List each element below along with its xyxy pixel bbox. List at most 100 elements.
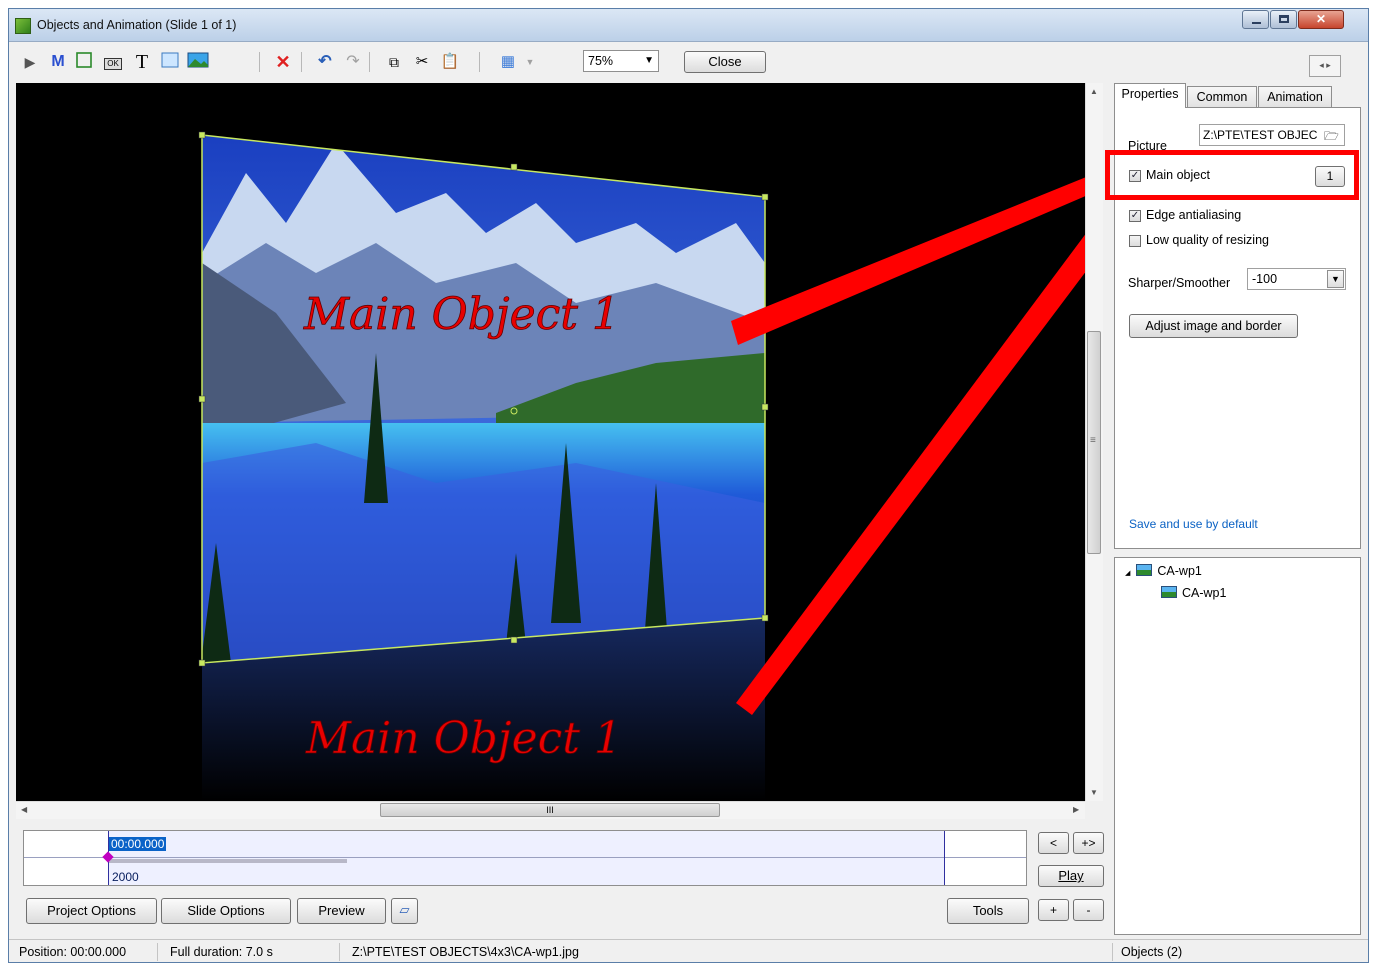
- status-file-path: Z:\PTE\TEST OBJECTS\4x3\CA-wp1.jpg: [352, 945, 579, 959]
- grid-dropdown-arrow[interactable]: ▼: [519, 51, 541, 73]
- adjust-image-border-button[interactable]: Adjust image and border: [1129, 314, 1298, 338]
- text-button[interactable]: T: [131, 51, 153, 73]
- timeline-range: [108, 831, 944, 885]
- window-icon: ▱: [399, 902, 410, 917]
- panel-nav-arrows[interactable]: ◂ ▸: [1309, 55, 1341, 77]
- minimize-button[interactable]: [1242, 10, 1269, 29]
- tree-item-parent[interactable]: ◢ CA-wp1: [1125, 564, 1202, 578]
- sharper-smoother-label: Sharper/Smoother: [1128, 276, 1231, 290]
- copy-icon: ⧉: [389, 54, 399, 70]
- object-tree[interactable]: ◢ CA-wp1 CA-wp1: [1114, 557, 1361, 935]
- clipboard-icon: 📋: [440, 53, 460, 70]
- scroll-up-icon[interactable]: ▲: [1090, 87, 1098, 96]
- camera-icon[interactable]: ▶: [19, 51, 41, 73]
- properties-tab-body: Picture Z:\PTE\TEST OBJEC 🗁 ✓ Main objec…: [1105, 107, 1361, 549]
- picture-path-value: Z:\PTE\TEST OBJEC: [1203, 128, 1318, 142]
- vertical-scrollbar[interactable]: ▲ ≡ ▼: [1085, 83, 1103, 801]
- maximize-icon: [1279, 15, 1289, 23]
- toolbar: ▶ M OK T ✕ ↶ ↷ ⧉ ✂ 📋 ▦ ▼ 75% ▼ Close ◂ ▸: [9, 42, 1368, 82]
- scroll-right-icon[interactable]: ▶: [1073, 805, 1079, 814]
- slide-canvas[interactable]: Main Object 1 Main Object 1: [16, 83, 1085, 801]
- maximize-button[interactable]: [1270, 10, 1297, 29]
- edge-antialiasing-label: Edge antialiasing: [1146, 208, 1242, 222]
- chevron-down-icon: ▼: [1327, 270, 1344, 288]
- tree-item-child[interactable]: CA-wp1: [1161, 586, 1226, 600]
- tree-item-child-label: CA-wp1: [1182, 586, 1227, 600]
- image-icon: [1136, 564, 1153, 576]
- button-object-button[interactable]: OK: [102, 51, 124, 73]
- cut-button[interactable]: ✂: [411, 51, 433, 73]
- annotation-text-top: Main Object 1: [303, 289, 620, 340]
- toolbar-separator: [369, 52, 370, 72]
- scroll-left-icon[interactable]: ◀: [21, 805, 27, 814]
- redo-icon: ↷: [346, 53, 360, 70]
- project-options-button[interactable]: Project Options: [26, 898, 157, 924]
- edge-antialiasing-checkbox[interactable]: ✓: [1129, 210, 1141, 222]
- sharper-smoother-value: -100: [1252, 272, 1278, 286]
- timeline[interactable]: 00:00.000 2000: [23, 830, 1027, 886]
- rectangle-icon: [161, 52, 179, 68]
- zoom-select[interactable]: 75% ▼: [583, 50, 659, 72]
- next-keyframe-button[interactable]: +>: [1073, 832, 1104, 854]
- status-separator: [157, 943, 158, 961]
- zoom-value: 75%: [588, 54, 614, 68]
- save-default-link[interactable]: Save and use by default: [1129, 517, 1258, 531]
- mask-button[interactable]: M: [47, 51, 69, 73]
- main-object-image: [202, 135, 765, 663]
- fullscreen-preview-button[interactable]: ▱: [391, 898, 418, 924]
- low-quality-label: Low quality of resizing: [1146, 233, 1269, 247]
- red-highlight-box: [1105, 150, 1359, 200]
- tab-properties[interactable]: Properties: [1114, 83, 1186, 108]
- slide-options-button[interactable]: Slide Options: [161, 898, 291, 924]
- tools-button[interactable]: Tools: [947, 898, 1029, 924]
- canvas-drawing: Main Object 1 Main Object 1: [198, 131, 1085, 801]
- delete-button[interactable]: ✕: [272, 51, 294, 73]
- vertical-scroll-thumb[interactable]: ≡: [1087, 331, 1101, 554]
- preview-button[interactable]: Preview: [297, 898, 386, 924]
- rectangle-button[interactable]: [159, 51, 181, 73]
- properties-panel: Properties Common Animation Picture Z:\P…: [1105, 83, 1361, 553]
- timeline-progress-bar: [109, 859, 347, 863]
- tab-animation[interactable]: Animation: [1258, 86, 1332, 107]
- main-window: Objects and Animation (Slide 1 of 1) ✕ ▶…: [8, 8, 1369, 963]
- tree-item-parent-label: CA-wp1: [1157, 564, 1202, 578]
- sharper-smoother-select[interactable]: -100 ▼: [1247, 268, 1346, 290]
- low-quality-checkbox[interactable]: [1129, 235, 1141, 247]
- status-separator: [1112, 943, 1113, 961]
- tab-common[interactable]: Common: [1187, 86, 1257, 107]
- delete-icon: ✕: [275, 52, 291, 72]
- annotation-text-bottom: Main Object 1: [305, 713, 622, 764]
- scroll-down-icon[interactable]: ▼: [1090, 788, 1098, 797]
- redo-button[interactable]: ↷: [342, 51, 364, 73]
- chevron-down-icon: ▼: [644, 55, 654, 66]
- frame-button[interactable]: [73, 51, 95, 73]
- copy-button[interactable]: ⧉: [383, 51, 405, 73]
- minimize-icon: [1252, 22, 1261, 24]
- undo-button[interactable]: ↶: [314, 51, 336, 73]
- toolbar-separator: [259, 52, 260, 72]
- timeline-divider: [24, 857, 1026, 858]
- title-bar: Objects and Animation (Slide 1 of 1) ✕: [9, 9, 1368, 42]
- paste-button[interactable]: 📋: [439, 51, 461, 73]
- image-button[interactable]: [187, 51, 209, 73]
- frame-icon: [76, 52, 92, 68]
- close-icon: ✕: [1315, 12, 1327, 26]
- horizontal-scroll-thumb[interactable]: III: [380, 803, 720, 817]
- horizontal-scrollbar[interactable]: ◀ III ▶: [16, 801, 1085, 819]
- close-button[interactable]: Close: [684, 51, 766, 73]
- tree-expander-icon[interactable]: ◢: [1125, 570, 1130, 577]
- prev-keyframe-button[interactable]: <: [1038, 832, 1069, 854]
- remove-keyframe-button[interactable]: -: [1073, 899, 1104, 921]
- timeline-current-time: 00:00.000: [109, 837, 167, 851]
- status-full-duration: Full duration: 7.0 s: [170, 945, 273, 959]
- play-button[interactable]: Play: [1038, 865, 1104, 887]
- add-keyframe-button[interactable]: +: [1038, 899, 1069, 921]
- status-separator: [339, 943, 340, 961]
- panel-tabs: Properties Common Animation: [1114, 83, 1361, 108]
- scissors-icon: ✂: [415, 53, 429, 70]
- browse-folder-icon[interactable]: 🗁: [1324, 127, 1339, 148]
- window-close-button[interactable]: ✕: [1298, 10, 1344, 29]
- timeline-end-marker[interactable]: [944, 831, 945, 885]
- toolbar-separator: [479, 52, 480, 72]
- grid-button[interactable]: ▦: [497, 51, 519, 73]
